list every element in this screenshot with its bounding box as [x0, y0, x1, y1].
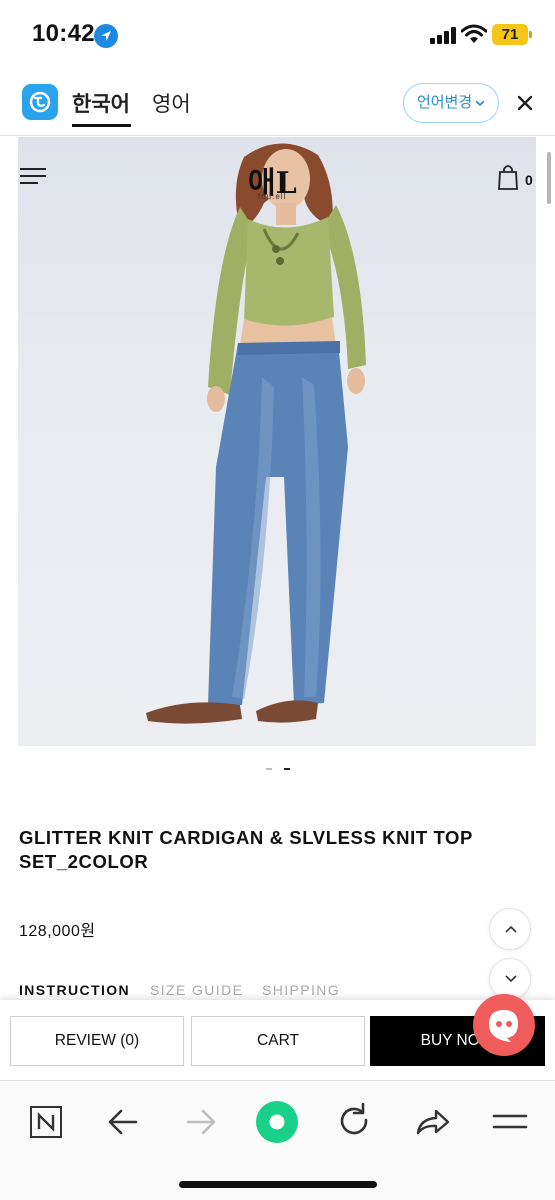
product-title: GLITTER KNIT CARDIGAN & SLVLESS KNIT TOP… [19, 827, 473, 872]
share-icon[interactable] [410, 1099, 454, 1143]
tab-size-guide[interactable]: SIZE GUIDE [150, 982, 243, 998]
product-image[interactable] [18, 137, 536, 746]
battery-level: 71 [501, 26, 519, 43]
carousel-dot-active[interactable] [284, 768, 290, 770]
chat-button[interactable] [473, 994, 535, 1056]
chat-face-icon [489, 1010, 518, 1042]
signal-icon [430, 26, 456, 44]
chevron-down-icon [475, 100, 485, 107]
menu-icon[interactable] [488, 1099, 532, 1143]
language-change-button[interactable]: 언어변경 [403, 83, 499, 123]
forward-arrow-icon[interactable] [179, 1099, 223, 1143]
hamburger-menu-icon[interactable] [20, 168, 46, 188]
status-time: 10:42 [32, 20, 95, 47]
chevron-down-icon [505, 975, 517, 983]
green-dot-home-icon[interactable] [255, 1099, 299, 1143]
product-price: 128,000원 [19, 923, 96, 940]
location-arrow-icon [94, 24, 118, 48]
info-tabs: INSTRUCTION SIZE GUIDE SHIPPING [19, 982, 479, 1002]
purchase-bar: REVIEW (0) CART BUY NOW [0, 1000, 555, 1080]
status-bar: 10:42 71 [0, 0, 555, 70]
home-indicator [179, 1181, 377, 1188]
chevron-up-icon [505, 925, 517, 933]
naver-n-icon[interactable] [24, 1099, 68, 1143]
refresh-icon[interactable] [332, 1099, 376, 1143]
tab-active-underline [72, 124, 131, 127]
carousel-dots [264, 766, 294, 772]
cart-button[interactable]: CART [191, 1016, 365, 1066]
scroll-up-button[interactable] [489, 908, 531, 950]
product-photo [146, 143, 366, 724]
shop-logo-sub: fou:ell [258, 192, 287, 201]
tab-shipping[interactable]: SHIPPING [262, 982, 340, 998]
cart-count-badge: 0 [525, 172, 533, 188]
close-icon[interactable] [514, 92, 536, 114]
tab-english[interactable]: 영어 [152, 88, 191, 118]
translate-logo-icon [22, 84, 58, 120]
battery-icon: 71 [492, 24, 528, 45]
tab-korean[interactable]: 한국어 [72, 88, 130, 118]
shopping-bag-icon[interactable] [497, 163, 519, 191]
battery-tip [529, 31, 532, 38]
scrollbar[interactable] [547, 152, 551, 204]
review-button[interactable]: REVIEW (0) [10, 1016, 184, 1066]
back-arrow-icon[interactable] [101, 1099, 145, 1143]
wifi-icon [460, 24, 488, 49]
tab-instruction[interactable]: INSTRUCTION [19, 982, 130, 998]
language-change-label: 언어변경 [417, 94, 473, 111]
translate-bar: 한국어 영어 언어변경 [0, 70, 555, 136]
carousel-dot[interactable] [266, 768, 272, 770]
